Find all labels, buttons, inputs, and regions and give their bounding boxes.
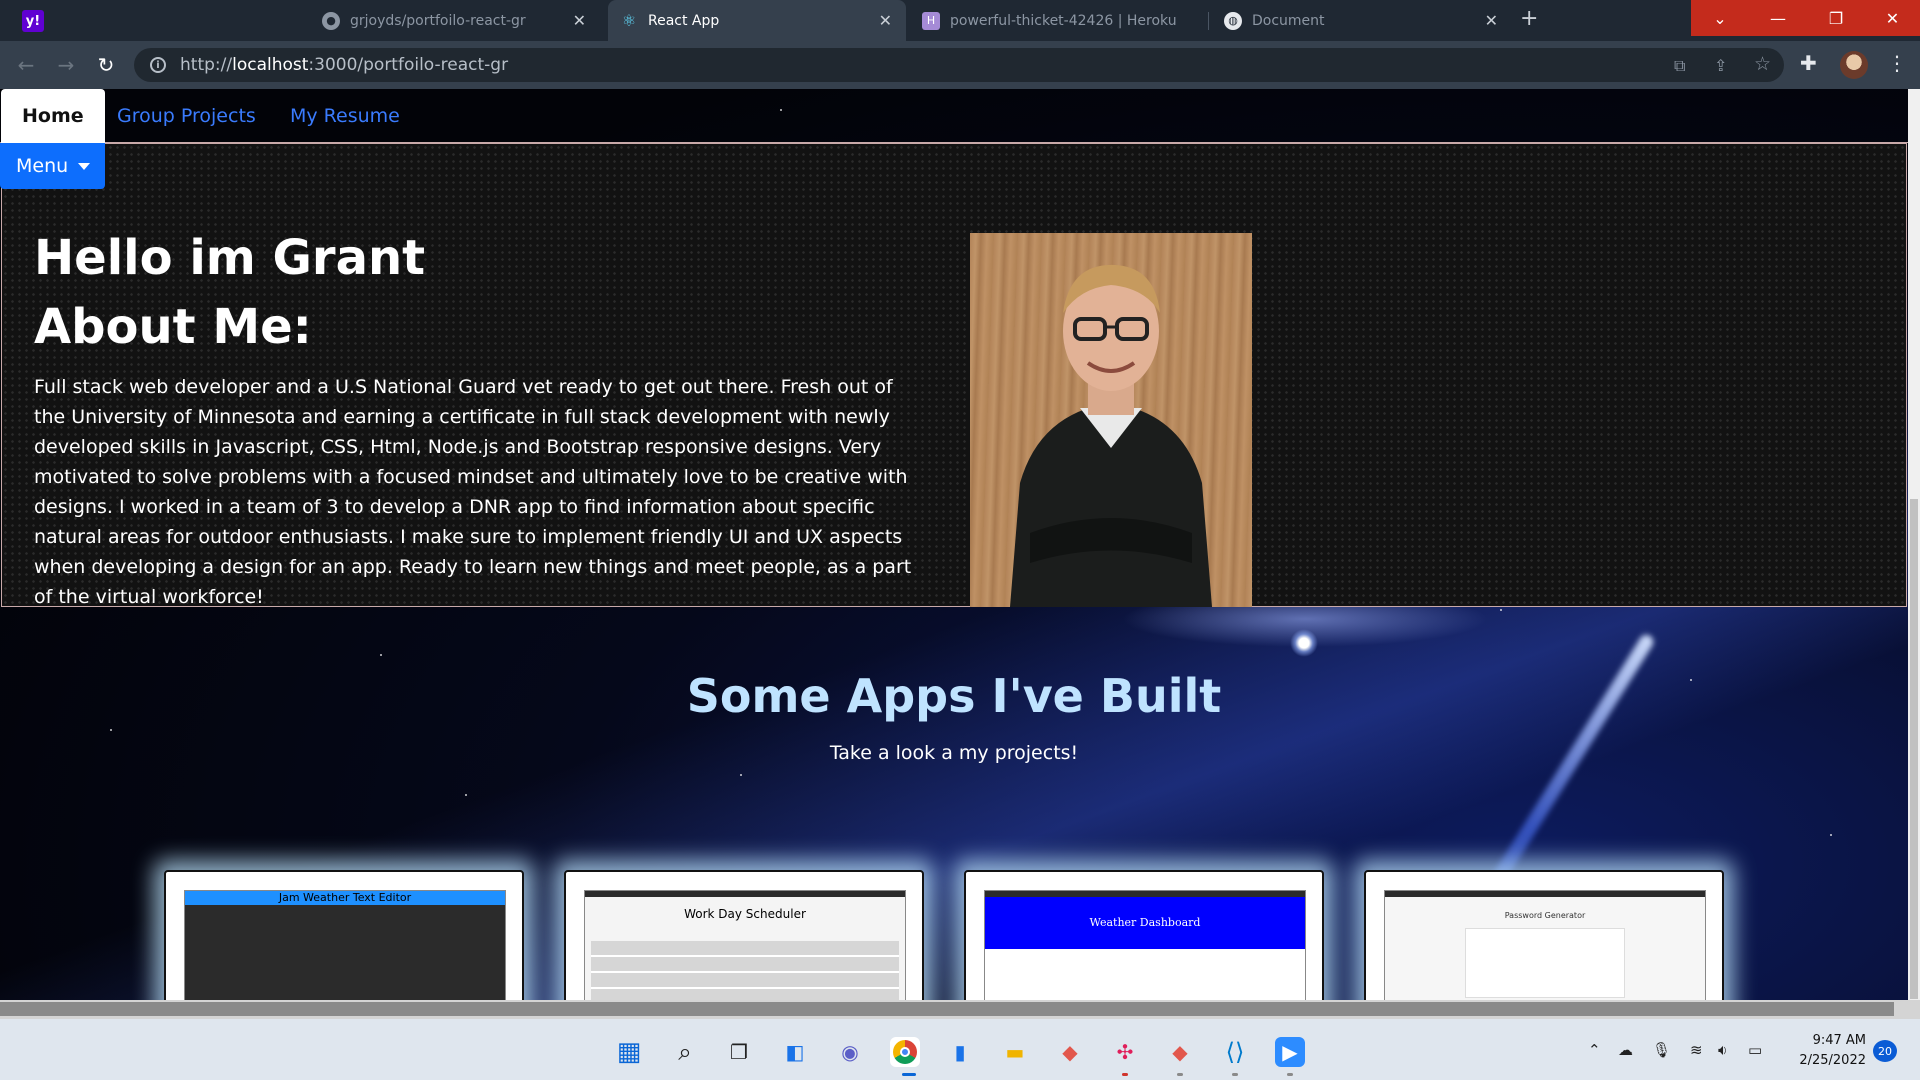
- open-in-app-icon[interactable]: ⧉: [1674, 56, 1685, 76]
- slack-icon[interactable]: ✣: [1110, 1037, 1140, 1067]
- zoom-icon[interactable]: ▶: [1275, 1037, 1305, 1067]
- chevron-up-icon[interactable]: ⌃: [1588, 1041, 1601, 1059]
- tab-separator: [1208, 12, 1209, 30]
- more-menu-icon[interactable]: ⋮: [1887, 51, 1907, 75]
- project-card[interactable]: Jam Weather Text Editor: [164, 870, 524, 1000]
- project-card[interactable]: Work Day Scheduler: [564, 870, 924, 1000]
- reload-icon[interactable]: ↻: [92, 51, 120, 79]
- restore-button[interactable]: ❐: [1807, 0, 1865, 36]
- notification-badge[interactable]: 20: [1873, 1040, 1897, 1062]
- card-app-title: Jam Weather Text Editor: [185, 891, 505, 905]
- globe-icon: ◍: [1224, 11, 1242, 30]
- info-icon[interactable]: i: [150, 57, 166, 73]
- chrome-icon[interactable]: [890, 1037, 920, 1067]
- volume-icon[interactable]: 🔉︎: [1718, 1041, 1727, 1059]
- card-app-title: Work Day Scheduler: [684, 907, 806, 921]
- project-card[interactable]: Weather Dashboard: [964, 870, 1324, 1000]
- clock-time: 9:47 AM: [1812, 1033, 1866, 1048]
- onedrive-icon[interactable]: ☁: [1618, 1041, 1633, 1059]
- tab-github[interactable]: ● grjoyds/portfoilo-react-gr ✕: [310, 0, 600, 41]
- close-icon[interactable]: ✕: [573, 11, 586, 30]
- browser-tab-strip: y! ● grjoyds/portfoilo-react-gr ✕ ⚛ Reac…: [0, 0, 1920, 41]
- tab-search-button[interactable]: ⌄: [1691, 0, 1749, 36]
- vscode-icon[interactable]: ⟨⟩: [1220, 1037, 1250, 1067]
- taskbar: ▦ ⌕ ❐ ◧ ◉ ▮ ▬ ◆ ✣ ◆ ⟨⟩ ▶ ⌃ ☁ 🎙︎ ≋ 🔉︎ ▭ 9…: [0, 1019, 1920, 1080]
- close-icon[interactable]: ✕: [1485, 11, 1498, 30]
- caret-down-icon: [78, 162, 91, 170]
- page-nav: Home Group Projects My Resume: [0, 89, 1908, 143]
- project-screenshot: Work Day Scheduler: [584, 890, 906, 1000]
- horizontal-scrollbar[interactable]: [0, 1000, 1920, 1019]
- forward-icon[interactable]: →: [52, 51, 80, 79]
- bookmark-star-icon[interactable]: ☆: [1754, 53, 1771, 75]
- close-icon[interactable]: ✕: [879, 11, 892, 30]
- about-me-heading: About Me:: [34, 299, 312, 355]
- minimize-button[interactable]: —: [1749, 0, 1807, 36]
- github-icon: ●: [322, 11, 340, 30]
- bio-text: Full stack web developer and a U.S Natio…: [34, 376, 912, 608]
- project-screenshot: Weather Dashboard: [984, 890, 1306, 1000]
- project-card[interactable]: Password Generator: [1364, 870, 1724, 1000]
- project-screenshot: Jam Weather Text Editor: [184, 890, 506, 1000]
- heroku-icon: H: [922, 11, 940, 30]
- phone-app-icon[interactable]: ▮: [945, 1037, 975, 1067]
- tab-label: grjoyds/portfoilo-react-gr: [350, 12, 526, 29]
- card-app-title: Weather Dashboard: [985, 897, 1305, 949]
- tab-heroku[interactable]: H powerful-thicket-42426 | Heroku: [910, 0, 1210, 41]
- wifi-icon[interactable]: ≋: [1690, 1041, 1703, 1059]
- tab-document[interactable]: ◍ Document ✕: [1212, 0, 1512, 41]
- system-clock[interactable]: 9:47 AM 2/25/2022: [1788, 1031, 1866, 1071]
- card-app-title: Password Generator: [1504, 911, 1586, 920]
- extensions-icon[interactable]: ✚: [1800, 51, 1817, 75]
- react-icon: ⚛: [621, 11, 637, 30]
- back-icon[interactable]: ←: [12, 51, 40, 79]
- task-view-icon[interactable]: ❐: [724, 1037, 754, 1067]
- project-screenshot: Password Generator: [1384, 890, 1706, 1000]
- windows-start-icon[interactable]: ▦: [614, 1037, 644, 1067]
- git-icon[interactable]: ◆: [1055, 1037, 1085, 1067]
- clock-date: 2/25/2022: [1799, 1053, 1866, 1068]
- microphone-icon[interactable]: 🎙︎: [1652, 1041, 1671, 1059]
- apps-section-subtitle: Take a look a my projects!: [829, 742, 1079, 764]
- tab-label: powerful-thicket-42426 | Heroku: [950, 12, 1177, 29]
- profile-photo: [970, 233, 1252, 607]
- yahoo-icon[interactable]: y!: [22, 10, 44, 32]
- tab-home[interactable]: Home: [1, 89, 105, 143]
- menu-label: Menu: [16, 155, 69, 177]
- chat-icon[interactable]: ◉: [835, 1037, 865, 1067]
- menu-dropdown-button[interactable]: Menu: [0, 143, 105, 189]
- tab-label: Document: [1252, 12, 1325, 29]
- tab-label: React App: [648, 12, 720, 29]
- url-text[interactable]: http://localhost:3000/portfoilo-react-gr: [180, 55, 508, 75]
- widgets-icon[interactable]: ◧: [780, 1037, 810, 1067]
- new-tab-button[interactable]: +: [1520, 6, 1538, 31]
- window-close-button[interactable]: ✕: [1865, 0, 1920, 36]
- about-section: Hello im Grant About Me: Full stack web …: [1, 143, 1907, 608]
- search-icon[interactable]: ⌕: [670, 1037, 700, 1067]
- vertical-scrollbar[interactable]: [1908, 89, 1920, 1000]
- apps-section-title: Some Apps I've Built: [686, 669, 1222, 723]
- battery-icon[interactable]: ▭: [1748, 1041, 1762, 1059]
- address-bar[interactable]: i http://localhost:3000/portfoilo-react-…: [134, 48, 1784, 82]
- file-explorer-icon[interactable]: ▬: [1000, 1037, 1030, 1067]
- scroll-thumb[interactable]: [1910, 499, 1918, 999]
- tab-group-projects[interactable]: Group Projects: [117, 89, 256, 143]
- git-icon[interactable]: ◆: [1165, 1037, 1195, 1067]
- profile-avatar[interactable]: [1840, 51, 1868, 79]
- scroll-thumb[interactable]: [0, 1002, 1894, 1016]
- tab-my-resume[interactable]: My Resume: [290, 89, 400, 143]
- star-flare: [1290, 629, 1318, 657]
- page-content: Home Group Projects My Resume Hello im G…: [0, 89, 1908, 1000]
- tab-react-app[interactable]: ⚛ React App ✕: [608, 0, 906, 41]
- browser-toolbar: ← → ↻ i http://localhost:3000/portfoilo-…: [0, 41, 1920, 89]
- share-icon[interactable]: ⇪: [1714, 56, 1727, 75]
- hello-heading: Hello im Grant: [34, 230, 426, 286]
